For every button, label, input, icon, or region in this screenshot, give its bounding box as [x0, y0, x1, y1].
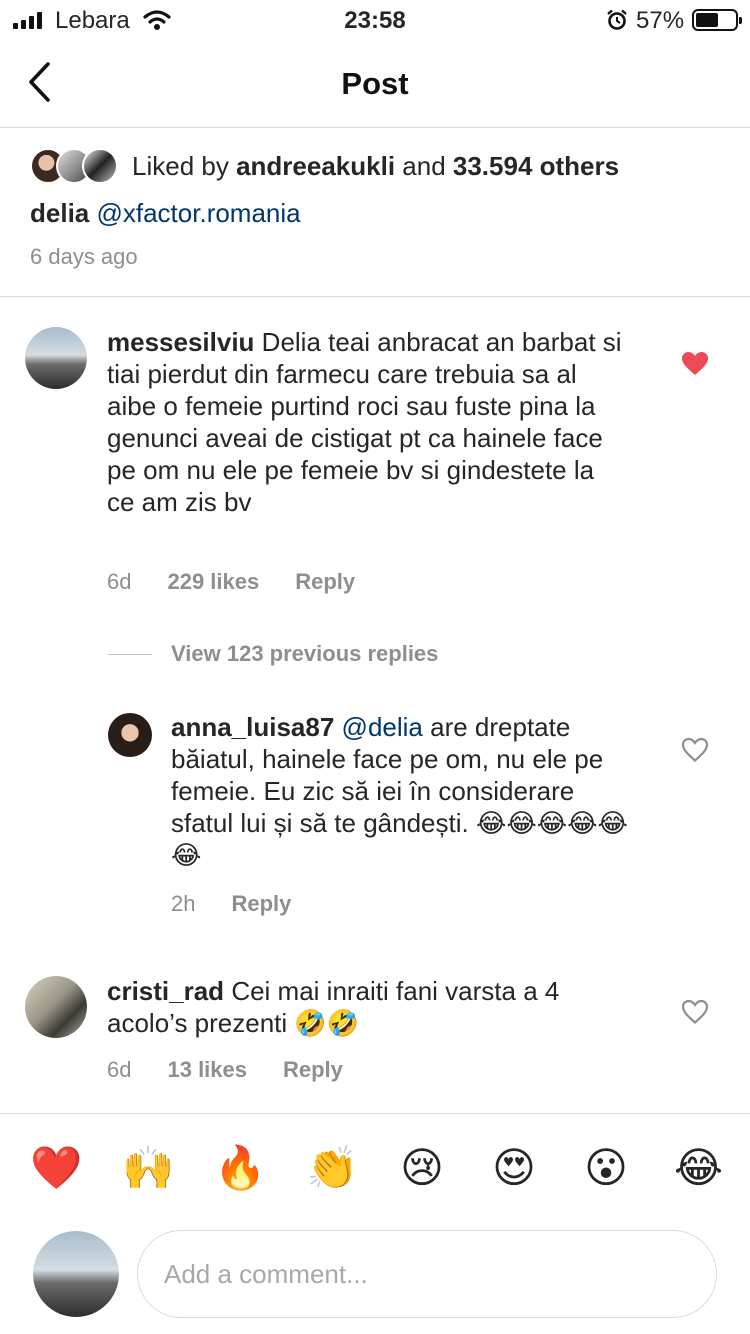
- comment-text: cristi_rad Cei mai inraiti fani varsta a…: [107, 975, 627, 1039]
- emoji-surprised[interactable]: 😮: [582, 1140, 630, 1196]
- caption-username[interactable]: delia: [30, 198, 89, 228]
- heart-outline-icon[interactable]: [681, 999, 709, 1025]
- emoji-quick-reactions: ❤️ 🙌 🔥 👏 😢 😍 😮 😂: [0, 1140, 750, 1200]
- reply-button[interactable]: Reply: [295, 569, 355, 595]
- comment-likes[interactable]: 13 likes: [167, 1057, 247, 1083]
- battery-percentage: 57%: [636, 7, 685, 34]
- emoji-clapping[interactable]: 👏: [306, 1140, 358, 1196]
- emoji-fire[interactable]: 🔥: [214, 1140, 266, 1196]
- status-bar: Lebara 23:58 57%: [0, 0, 750, 42]
- current-user-avatar: [33, 1231, 119, 1317]
- add-comment-input[interactable]: [137, 1230, 717, 1318]
- liked-by-and: and: [395, 150, 453, 181]
- divider: [0, 296, 750, 297]
- comment-time: 6d: [107, 1057, 132, 1082]
- comment-likes[interactable]: 229 likes: [167, 569, 259, 595]
- liker-avatars: [30, 148, 120, 184]
- liked-by-user[interactable]: andreeakukli: [236, 151, 395, 181]
- liked-by-others[interactable]: 33.594 others: [453, 151, 619, 181]
- comment-username[interactable]: messesilviu: [107, 327, 254, 357]
- heart-filled-icon[interactable]: [681, 351, 709, 377]
- navigation-bar: Post: [0, 42, 750, 128]
- comment-meta: 6d 13 likes Reply: [107, 1057, 343, 1083]
- comment-text: anna_luisa87 @delia are dreptate băiatul…: [171, 711, 631, 871]
- alarm-icon: [607, 9, 627, 30]
- page-title: Post: [341, 66, 409, 101]
- emoji-heart-eyes[interactable]: 😍: [490, 1140, 538, 1196]
- emoji-tears-of-joy[interactable]: 😂: [674, 1140, 723, 1196]
- comment-text: messesilviu Delia teai anbracat an barba…: [107, 326, 627, 518]
- liked-by-prefix: Liked by: [132, 150, 237, 181]
- caption-mention[interactable]: @xfactor.romania: [96, 198, 300, 228]
- emoji-heart[interactable]: ❤️: [30, 1140, 82, 1196]
- view-replies-label: View 123 previous replies: [171, 641, 439, 666]
- comment-time: 2h: [171, 891, 196, 916]
- comment-time: 6d: [107, 569, 132, 594]
- comment-username[interactable]: anna_luisa87: [171, 712, 334, 742]
- reply-button[interactable]: Reply: [283, 1057, 343, 1083]
- divider: [0, 1113, 750, 1114]
- replies-line: [108, 653, 152, 655]
- post-caption: delia @xfactor.romania: [30, 198, 301, 229]
- view-previous-replies[interactable]: View 123 previous replies: [108, 640, 438, 668]
- comment-username[interactable]: cristi_rad: [107, 976, 224, 1006]
- heart-outline-icon[interactable]: [681, 737, 709, 763]
- battery-icon: [692, 9, 742, 31]
- avatar[interactable]: [25, 327, 87, 389]
- avatar[interactable]: [25, 976, 87, 1038]
- post-timestamp: 6 days ago: [30, 244, 138, 269]
- emoji-crying[interactable]: 😢: [398, 1140, 446, 1196]
- comment-meta: 2h Reply: [171, 891, 291, 917]
- reply-button[interactable]: Reply: [231, 891, 291, 917]
- comment-meta: 6d 229 likes Reply: [107, 569, 355, 595]
- emoji-raising-hands[interactable]: 🙌: [122, 1140, 174, 1196]
- likes-summary[interactable]: Liked by andreeakukli and 33.594 others: [30, 146, 619, 186]
- comment-mention[interactable]: @delia: [342, 712, 423, 742]
- avatar: [82, 148, 118, 184]
- avatar[interactable]: [108, 713, 152, 757]
- liked-by-text: Liked by andreeakukli and 33.594 others: [132, 151, 619, 182]
